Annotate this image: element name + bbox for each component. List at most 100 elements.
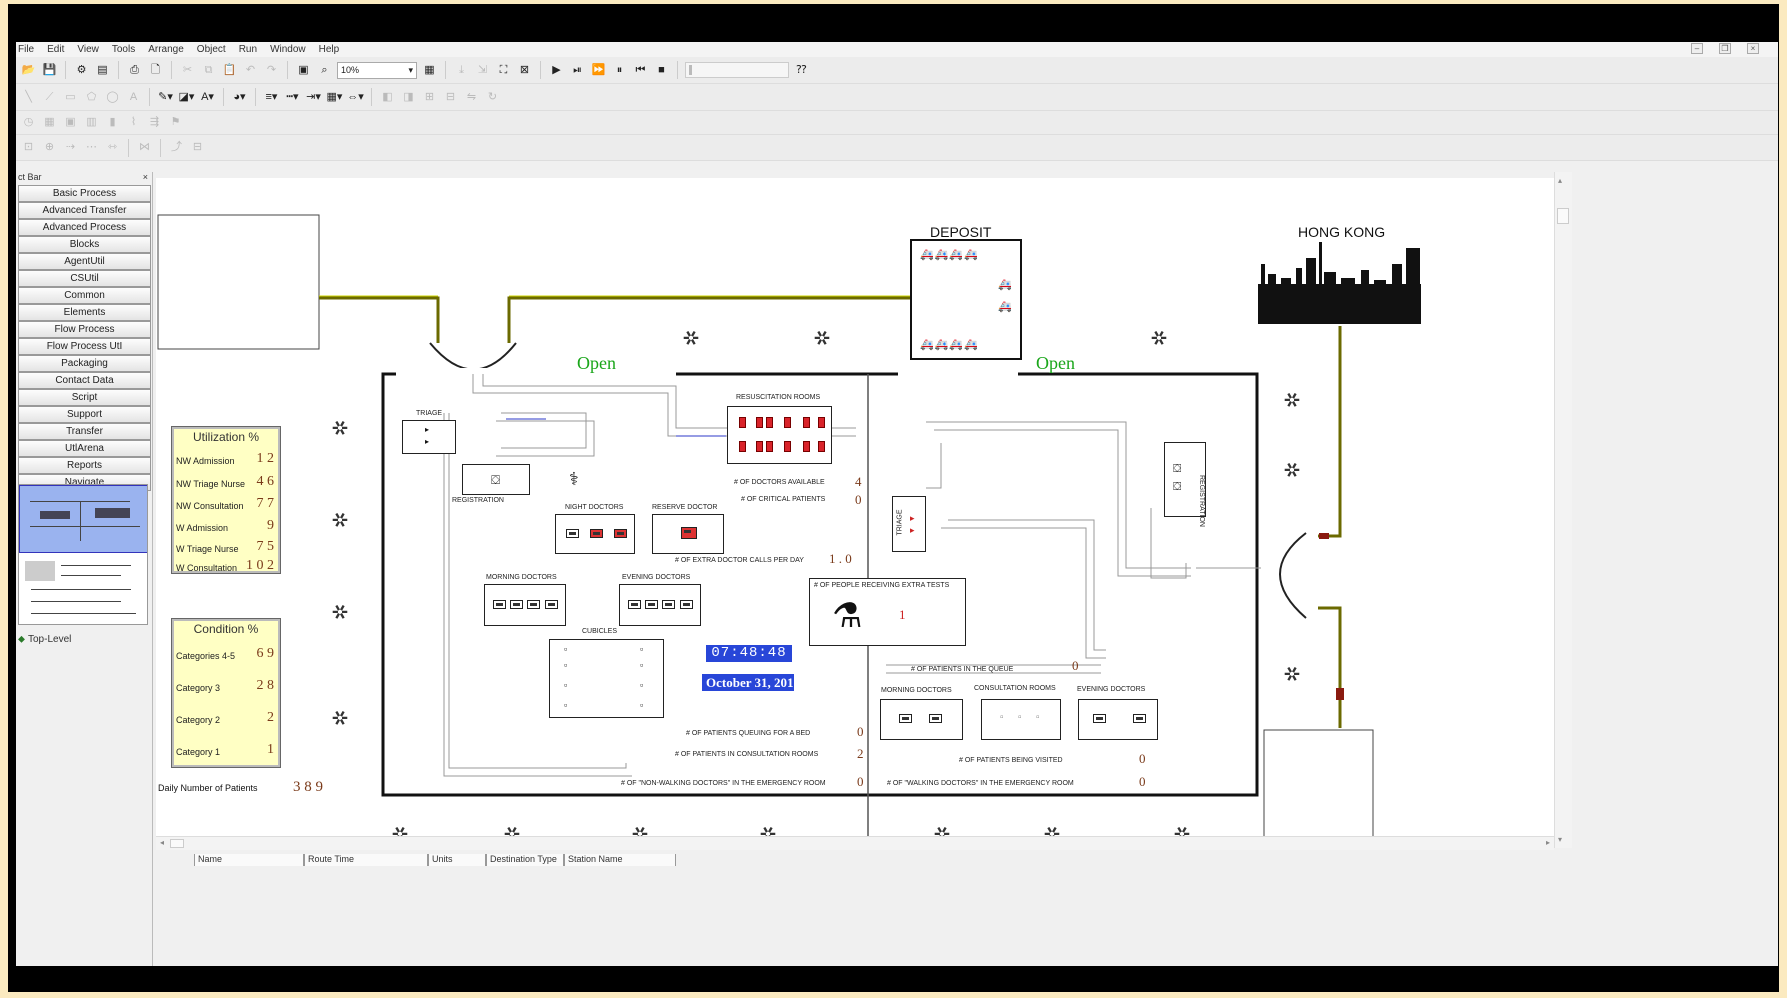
plot-tool-icon[interactable]: ⌇ <box>125 114 142 131</box>
bring-front-icon[interactable]: ◧ <box>379 89 396 106</box>
save-icon[interactable]: 💾 <box>41 62 58 79</box>
menu-edit[interactable]: Edit <box>47 44 64 55</box>
zoom-select[interactable]: 10% <box>337 61 417 79</box>
network-icon[interactable]: ⋈ <box>136 139 153 156</box>
open-icon[interactable]: 📂 <box>20 62 37 79</box>
line-style-icon[interactable]: ┅▾ <box>284 89 301 106</box>
menu-view[interactable]: View <box>77 44 99 55</box>
column-header-destination-type[interactable]: Destination Type <box>486 854 564 866</box>
panel-reports[interactable]: Reports <box>18 457 151 474</box>
rotate-icon[interactable]: ↻ <box>484 89 501 106</box>
vertical-scrollbar[interactable]: ▴ ▾ <box>1554 172 1572 848</box>
horizontal-scroll-thumb[interactable] <box>170 839 184 848</box>
pattern-icon[interactable]: ▦▾ <box>326 89 343 106</box>
cut-icon[interactable]: ✂ <box>179 62 196 79</box>
menu-run[interactable]: Run <box>239 44 257 55</box>
restore-icon[interactable]: ❐ <box>1719 43 1731 54</box>
panel-utlarena[interactable]: UtlArena <box>18 440 151 457</box>
scroll-down-icon[interactable]: ▾ <box>1558 835 1562 844</box>
column-header-station-name[interactable]: Station Name <box>564 854 676 866</box>
vertical-scroll-thumb[interactable] <box>1557 208 1569 224</box>
menu-file[interactable]: File <box>18 44 34 55</box>
station-icon[interactable]: ⊡ <box>20 139 37 156</box>
arrow-style-icon[interactable]: ⇥▾ <box>305 89 322 106</box>
text-icon[interactable]: A <box>125 89 142 106</box>
print-icon[interactable]: ⎙ <box>126 62 143 79</box>
queue-tool-icon[interactable]: ⇶ <box>146 114 163 131</box>
panel-advanced-transfer[interactable]: Advanced Transfer <box>18 202 151 219</box>
text-color-icon[interactable]: A▾ <box>199 89 216 106</box>
box-icon[interactable]: ▭ <box>62 89 79 106</box>
flip-icon[interactable]: ⇋ <box>463 89 480 106</box>
attach-icon[interactable]: ⚙ <box>73 62 90 79</box>
model-canvas[interactable]: DEPOSIT HONG KONG Open Open 🚑🚑🚑🚑 🚑🚑🚑🚑 🚑 … <box>156 178 1554 836</box>
panel-elements[interactable]: Elements <box>18 304 151 321</box>
polygon-icon[interactable]: ⬠ <box>83 89 100 106</box>
fill-color-icon[interactable]: ◪▾ <box>178 89 195 106</box>
panel-basic-process[interactable]: Basic Process <box>18 185 151 202</box>
date-tool-icon[interactable]: ▦ <box>41 114 58 131</box>
segment-icon[interactable]: ⋯ <box>83 139 100 156</box>
intersection-icon[interactable]: ⊕ <box>41 139 58 156</box>
line-color-icon[interactable]: ✎▾ <box>157 89 174 106</box>
line-width-icon[interactable]: ≡▾ <box>263 89 280 106</box>
menu-help[interactable]: Help <box>319 44 340 55</box>
storage-icon[interactable]: ⊟ <box>189 139 206 156</box>
level-tool-icon[interactable]: ▥ <box>83 114 100 131</box>
clock-tool-icon[interactable]: ◷ <box>20 114 37 131</box>
resource-tool-icon[interactable]: ⚑ <box>167 114 184 131</box>
animate-icon[interactable]: ⛶ <box>495 62 512 79</box>
animation-speed-slider[interactable] <box>685 62 789 78</box>
fast-forward-icon[interactable]: ⏩ <box>590 62 607 79</box>
panel-csutil[interactable]: CSUtil <box>18 270 151 287</box>
scroll-up-icon[interactable]: ▴ <box>1558 176 1562 185</box>
layers-toggle-icon[interactable]: ▦ <box>421 62 438 79</box>
background-color-icon[interactable]: ◕▾ <box>231 89 248 106</box>
column-header-units[interactable]: Units <box>428 854 486 866</box>
menu-arrange[interactable]: Arrange <box>148 44 184 55</box>
route-icon[interactable]: ⇲ <box>474 62 491 79</box>
model-thumbnail-top[interactable] <box>19 485 147 553</box>
show-dimensions-icon[interactable]: ⇔▾ <box>347 89 364 106</box>
view-all-icon[interactable]: ▣ <box>295 62 312 79</box>
menu-object[interactable]: Object <box>197 44 226 55</box>
panel-packaging[interactable]: Packaging <box>18 355 151 372</box>
panel-support[interactable]: Support <box>18 406 151 423</box>
polyline-icon[interactable]: ⟋ <box>41 89 58 106</box>
panel-advanced-process[interactable]: Advanced Process <box>18 219 151 236</box>
paste-icon[interactable]: 📋 <box>221 62 238 79</box>
tree-top-level[interactable]: ⬥ Top-Level <box>18 634 71 645</box>
line-icon[interactable]: ╲ <box>20 89 37 106</box>
panel-agentutil[interactable]: AgentUtil <box>18 253 151 270</box>
ungroup-icon[interactable]: ⊟ <box>442 89 459 106</box>
histogram-tool-icon[interactable]: ▮ <box>104 114 121 131</box>
help-icon[interactable]: ⁇ <box>793 62 810 79</box>
pause-icon[interactable]: ⏸ <box>611 62 628 79</box>
panel-flow-process[interactable]: Flow Process <box>18 321 151 338</box>
menu-tools[interactable]: Tools <box>112 44 135 55</box>
scroll-left-icon[interactable]: ◂ <box>160 838 164 847</box>
group-icon[interactable]: ⊞ <box>421 89 438 106</box>
variable-tool-icon[interactable]: ▣ <box>62 114 79 131</box>
scroll-right-icon[interactable]: ▸ <box>1546 838 1550 847</box>
column-header-name[interactable]: Name <box>194 854 304 866</box>
panel-common[interactable]: Common <box>18 287 151 304</box>
start-over-icon[interactable]: ⏮ <box>632 62 649 79</box>
minimize-icon[interactable]: – <box>1691 43 1703 54</box>
route-tool-icon[interactable]: ⇢ <box>62 139 79 156</box>
panel-contact-data[interactable]: Contact Data <box>18 372 151 389</box>
column-header-route-time[interactable]: Route Time <box>304 854 428 866</box>
menu-window[interactable]: Window <box>270 44 306 55</box>
redo-icon[interactable]: ↷ <box>263 62 280 79</box>
horizontal-scrollbar[interactable]: ◂ ▸ <box>156 836 1554 850</box>
panel-script[interactable]: Script <box>18 389 151 406</box>
copy-icon[interactable]: ⧉ <box>200 62 217 79</box>
stop-icon[interactable]: ■ <box>653 62 670 79</box>
close-icon[interactable]: × <box>1747 43 1759 54</box>
close-panel-icon[interactable]: × <box>143 172 148 182</box>
snap-icon[interactable]: ⊠ <box>516 62 533 79</box>
undo-icon[interactable]: ↶ <box>242 62 259 79</box>
ellipse-icon[interactable]: ◯ <box>104 89 121 106</box>
zoom-icon[interactable]: ⌕ <box>316 62 333 79</box>
print-preview-icon[interactable]: 🗋 <box>147 62 164 79</box>
